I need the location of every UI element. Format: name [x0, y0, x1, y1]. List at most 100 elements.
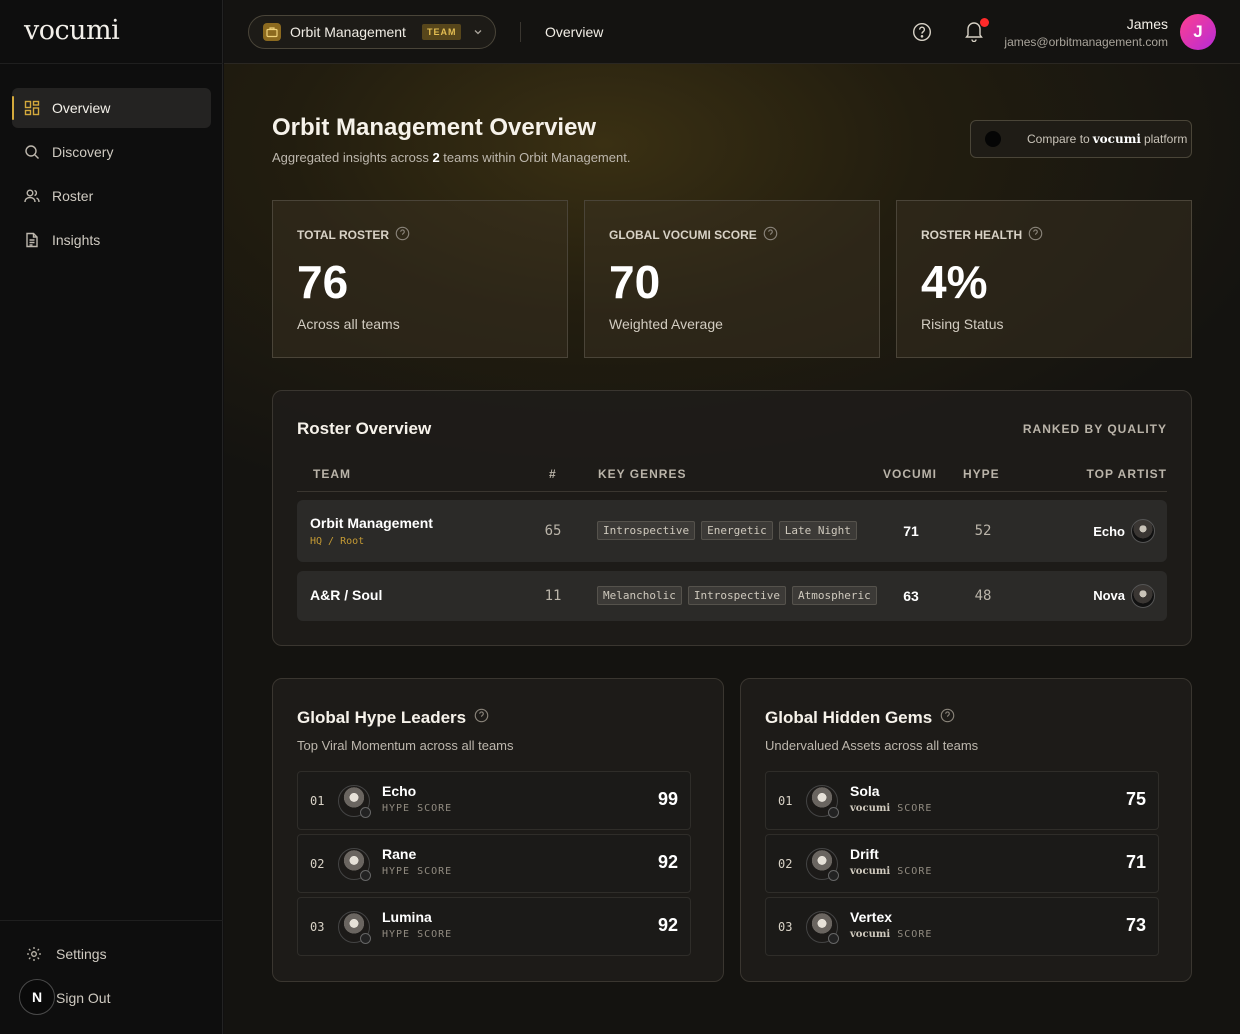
stat-value: 76 — [297, 256, 349, 308]
toggle-switch[interactable] — [985, 131, 1001, 147]
sidebar-item-discovery[interactable]: Discovery — [12, 132, 211, 172]
status-icon — [828, 933, 839, 944]
org-name: Orbit Management — [290, 24, 406, 40]
compare-toggle[interactable]: Compare to vocumi platform — [970, 120, 1192, 158]
help-icon[interactable] — [395, 226, 410, 244]
score-value: 92 — [657, 852, 678, 872]
genre-tags: Introspective Energetic Late Night — [597, 521, 863, 540]
stat-card-vocumi-score: GLOBAL VOCUMI SCORE 70 Weighted Average — [584, 200, 880, 358]
chevron-down-icon — [473, 27, 483, 37]
user-name: James — [1126, 16, 1168, 32]
list-item[interactable]: 03 Vertex vocumi SCORE 73 — [765, 897, 1159, 956]
score-label: HYPE SCORE — [382, 803, 453, 814]
rank: 02 — [778, 857, 793, 871]
subtitle-text: Aggregated insights across — [272, 150, 429, 165]
column-header[interactable]: KEY GENRES — [598, 467, 686, 481]
stat-label-text: ROSTER HEALTH — [921, 228, 1023, 242]
hype-score: 48 — [974, 588, 992, 604]
rank: 03 — [778, 920, 793, 934]
list-item[interactable]: 01 Echo HYPE SCORE 99 — [297, 771, 691, 830]
notification-dot — [980, 18, 989, 27]
genre-tag: Atmospheric — [791, 586, 877, 605]
vocumi-score: 71 — [903, 523, 919, 539]
panel-title-text: Global Hype Leaders — [297, 708, 467, 727]
table-row[interactable]: A&R / Soul 11 Melancholic Introspective … — [297, 571, 1167, 621]
stat-label: GLOBAL VOCUMI SCORE — [609, 226, 778, 244]
score-brand: vocumi — [850, 866, 891, 877]
column-header[interactable]: VOCUMI — [883, 467, 937, 481]
score-label-text: SCORE — [897, 803, 933, 814]
help-icon[interactable] — [1028, 226, 1043, 244]
column-header[interactable]: TEAM — [313, 467, 351, 481]
app-root: vocumi Overview Discovery Roster Insight… — [0, 0, 1240, 1034]
column-header[interactable]: TOP ARTIST — [1087, 467, 1167, 481]
sidebar-divider — [0, 920, 223, 921]
top-artist-name: Echo — [1093, 524, 1125, 539]
framework-badge[interactable]: N — [19, 979, 55, 1015]
artist-name: Sola — [850, 783, 880, 799]
score-label: vocumi SCORE — [850, 929, 932, 940]
hype-score: 52 — [974, 523, 992, 539]
help-icon[interactable] — [940, 708, 955, 728]
rank: 03 — [310, 920, 325, 934]
main-content: Orbit Management Overview Aggregated ins… — [224, 64, 1240, 1034]
stat-label-text: TOTAL ROSTER — [297, 228, 390, 242]
genre-tag: Introspective — [687, 586, 786, 605]
score-value: 99 — [657, 789, 678, 809]
team-name: A&R / Soul — [310, 587, 383, 603]
column-header[interactable]: HYPE — [963, 467, 1000, 481]
sidebar-item-insights[interactable]: Insights — [12, 220, 211, 260]
help-icon[interactable] — [763, 226, 778, 244]
help-icon[interactable] — [474, 708, 489, 728]
sidebar-item-label: Discovery — [52, 144, 114, 160]
document-icon — [24, 232, 40, 248]
list-item[interactable]: 02 Rane HYPE SCORE 92 — [297, 834, 691, 893]
list-item[interactable]: 03 Lumina HYPE SCORE 92 — [297, 897, 691, 956]
topbar-divider — [520, 22, 521, 42]
genre-tag: Melancholic — [597, 586, 682, 605]
sidebar-item-roster[interactable]: Roster — [12, 176, 211, 216]
team-badge: TEAM — [421, 24, 462, 40]
stat-label: TOTAL ROSTER — [297, 226, 410, 244]
grid-icon — [24, 100, 40, 116]
sidebar-divider — [0, 63, 223, 64]
score-value: 71 — [1125, 852, 1146, 872]
sidebar-item-settings[interactable]: Settings — [26, 946, 206, 962]
score-brand: vocumi — [850, 803, 891, 814]
column-header[interactable]: # — [549, 467, 557, 481]
status-icon — [828, 807, 839, 818]
trend-icon — [360, 933, 371, 944]
team-path: HQ / Root — [310, 536, 365, 547]
panel-title: Global Hype Leaders — [297, 708, 489, 728]
page-subtitle: Aggregated insights across 2 teams withi… — [272, 150, 630, 165]
panel-subtitle: Top Viral Momentum across all teams — [297, 738, 514, 753]
list-item[interactable]: 01 Sola vocumi SCORE 75 — [765, 771, 1159, 830]
rank: 02 — [310, 857, 325, 871]
team-count: 2 — [432, 150, 440, 165]
artist-avatar — [1131, 584, 1155, 608]
panel-title: Global Hidden Gems — [765, 708, 955, 728]
user-email: james@orbitmanagement.com — [1004, 35, 1168, 49]
trend-icon — [360, 870, 371, 881]
score-value: 73 — [1125, 915, 1146, 935]
artist-count: 11 — [544, 588, 562, 604]
stat-value: 4% — [921, 256, 988, 308]
app-logo[interactable]: vocumi — [24, 15, 120, 46]
panel-title-text: Global Hidden Gems — [765, 708, 933, 727]
score-value: 75 — [1125, 789, 1146, 809]
org-switcher[interactable]: Orbit Management TEAM — [248, 15, 496, 49]
genre-tag: Introspective — [597, 521, 696, 540]
page-title: Orbit Management Overview — [272, 114, 597, 141]
sidebar-item-overview[interactable]: Overview — [12, 88, 211, 128]
list-item[interactable]: 02 Drift vocumi SCORE 71 — [765, 834, 1159, 893]
compare-brand: vocumi — [1092, 132, 1141, 146]
artist-name: Lumina — [382, 909, 432, 925]
avatar[interactable]: J — [1180, 14, 1216, 50]
subtitle-text: teams within Orbit Management. — [443, 150, 631, 165]
table-row[interactable]: Orbit Management HQ / Root 65 Introspect… — [297, 500, 1167, 562]
rank: 01 — [310, 794, 325, 808]
stat-label: ROSTER HEALTH — [921, 226, 1043, 244]
score-label: vocumi SCORE — [850, 803, 932, 814]
roster-overview-panel: Roster Overview RANKED BY QUALITY TEAM #… — [272, 390, 1192, 646]
help-icon[interactable] — [912, 22, 932, 47]
